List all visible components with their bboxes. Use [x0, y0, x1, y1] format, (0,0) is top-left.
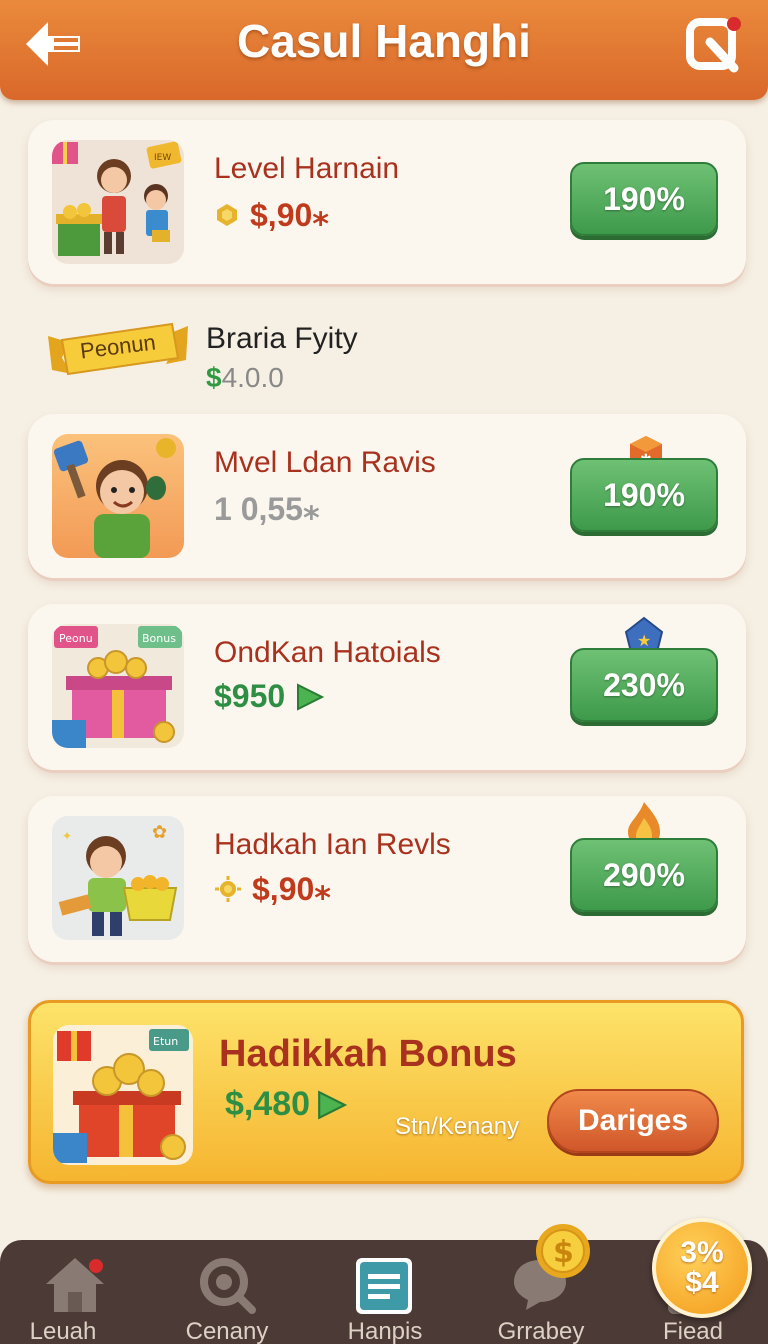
- family-thumbnail: IEW: [52, 140, 184, 264]
- item-value-text: $950: [214, 678, 286, 714]
- bonus-subtitle: Stn/Kenany: [395, 1113, 520, 1140]
- bonus-card[interactable]: Etun Hadikkah Bonus $,480 Stn/Kenany Dar…: [28, 1000, 744, 1184]
- list-icon: [356, 1258, 412, 1314]
- search-icon: [200, 1258, 256, 1314]
- svg-text:✿: ✿: [152, 822, 167, 843]
- svg-text:$: $: [553, 1235, 574, 1270]
- percent-button[interactable]: 290%: [570, 838, 718, 912]
- promo-row[interactable]: Peonun Braria Fyity $4.0.0: [48, 312, 728, 396]
- promo-badge[interactable]: 3% $4: [652, 1218, 752, 1318]
- thumb-tag-left: Peonu: [59, 632, 93, 645]
- list-item[interactable]: Mvel Ldan Ravis 1 0,55⁎ ✱ 190%: [28, 414, 746, 578]
- item-value-text: $,90⁎: [250, 197, 330, 233]
- tab-list[interactable]: Hanpis: [310, 1240, 460, 1344]
- tab-label: Cenany: [185, 1318, 269, 1344]
- coin-icon: [217, 204, 237, 226]
- thumb-tag-right: Bonus: [142, 632, 176, 645]
- tab-label: Fiead: [662, 1318, 724, 1344]
- play-tag-icon: [297, 682, 325, 711]
- bonus-title: Hadikkah Bonus: [219, 1033, 517, 1075]
- home-icon: [46, 1258, 104, 1312]
- tab-home[interactable]: Leuah: [0, 1240, 150, 1344]
- bonus-value: $,480: [225, 1085, 348, 1124]
- item-title: Level Harnain: [214, 152, 400, 185]
- thumb-tag: IEW: [154, 153, 171, 163]
- play-tag-icon: [318, 1089, 348, 1120]
- list-item[interactable]: ✿ ✦ Hadkah Ian Revls $,90⁎ 290%: [28, 796, 746, 962]
- sun-coin-icon: [215, 876, 241, 902]
- boy-thumbnail: [52, 434, 184, 558]
- item-title: Hadkah Ian Revls: [214, 828, 451, 861]
- item-title: OndKan Hatoials: [214, 636, 441, 669]
- item-value: $,90⁎: [214, 870, 331, 908]
- bonus-value-text: $,480: [225, 1085, 311, 1123]
- list-item[interactable]: IEW Level Harnain $,90⁎ 190%: [28, 120, 746, 284]
- dollar-coin-icon: $: [536, 1224, 590, 1278]
- price-value: 4.0.0: [221, 362, 284, 393]
- svg-text:✦: ✦: [62, 829, 72, 843]
- list-item[interactable]: Peonu Bonus OndKan Hatoials $950 ★ 230%: [28, 604, 746, 770]
- badge-line2: $4: [685, 1266, 719, 1299]
- tab-label: Hanpis: [347, 1318, 423, 1344]
- item-title: Mvel Ldan Ravis: [214, 446, 436, 479]
- percent-button[interactable]: 190%: [570, 162, 718, 236]
- promo-price: $4.0.0: [206, 362, 284, 394]
- price-symbol: $: [206, 362, 222, 393]
- app-header: Casul Hanghi: [0, 0, 768, 100]
- percent-button[interactable]: 230%: [570, 648, 718, 722]
- tab-label: Leuah: [29, 1318, 97, 1344]
- item-value: 1 0,55⁎: [214, 491, 320, 527]
- bonus-thumb-tag: Etun: [153, 1035, 178, 1048]
- item-value: $950: [214, 678, 325, 715]
- gift-thumbnail: Peonu Bonus: [52, 624, 184, 748]
- percent-button[interactable]: 190%: [570, 458, 718, 532]
- kid-basket-thumbnail: ✿ ✦: [52, 816, 184, 940]
- promo-name: Braria Fyity: [206, 322, 358, 355]
- page-title: Casul Hanghi: [237, 15, 531, 67]
- badge-line1: 3%: [680, 1236, 724, 1269]
- bonus-action-button[interactable]: Dariges: [547, 1089, 719, 1153]
- item-value-text: $,90⁎: [252, 871, 332, 907]
- bonus-gift-thumbnail: Etun: [53, 1025, 193, 1165]
- scan-icon[interactable]: [684, 16, 744, 76]
- tab-search[interactable]: Cenany: [152, 1240, 302, 1344]
- item-value: $,90⁎: [214, 196, 329, 234]
- tab-label: Grrabey: [497, 1318, 585, 1344]
